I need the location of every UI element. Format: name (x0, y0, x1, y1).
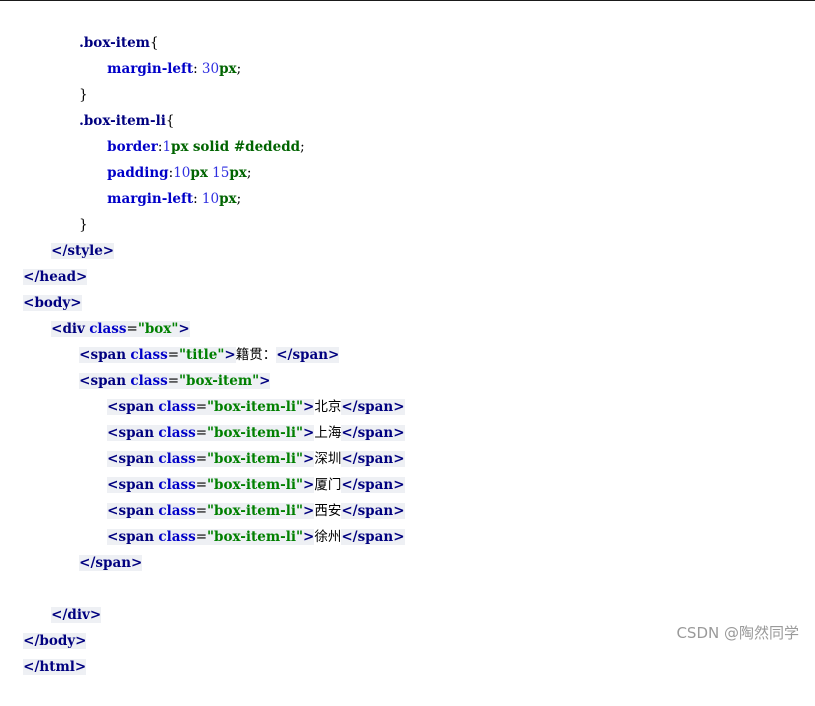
span-close-tag: </span> (276, 347, 340, 363)
code-line: margin-left: 10px; (107, 191, 242, 207)
html-close-tag: </html> (23, 659, 87, 675)
city-line: <span class="box-item-li">深圳</span> (107, 451, 405, 467)
code-line: </style> (34, 212, 115, 259)
code-line: </head> (6, 238, 88, 285)
css-unit: px (219, 191, 237, 207)
code-line: </span> (62, 524, 143, 571)
watermark: CSDN @陶然同学 (676, 624, 799, 642)
code-line: .box-item-li{ (62, 82, 174, 129)
css-property: margin-left (107, 191, 194, 207)
code-line: padding:10px 15px; (107, 165, 252, 181)
code-line: border:1px solid #dededd; (107, 139, 305, 155)
span-close-tag: </span> (341, 529, 405, 545)
code-line: .box-item{ (62, 4, 158, 51)
css-property: margin-left (107, 61, 194, 77)
css-number: 10 (201, 191, 220, 207)
code-line: </html> (6, 628, 87, 675)
css-unit: px (219, 61, 237, 77)
city-line: <span class="box-item-li">徐州</span> (107, 529, 405, 545)
html-attr-value: "box-item-li" (207, 529, 304, 545)
html-attr: class (158, 529, 196, 545)
city-line: <span class="box-item-li">西安</span> (107, 503, 405, 519)
code-line: <div class="box"> (51, 321, 190, 337)
code-line: </div> (34, 576, 102, 623)
code-line: </body> (6, 602, 87, 649)
code-line: <span class="title">籍贯：</span> (79, 347, 340, 363)
code-line: <span class="box-item"> (79, 373, 271, 389)
city-line: <span class="box-item-li">上海</span> (107, 425, 405, 441)
code-line: <body> (6, 264, 82, 311)
code-line: margin-left: 30px; (107, 61, 242, 77)
city-line: <span class="box-item-li">北京</span> (107, 399, 405, 415)
span-close-tag: </span> (79, 555, 143, 571)
css-number: 30 (201, 61, 220, 77)
city-line: <span class="box-item-li">厦门</span> (107, 477, 405, 493)
code-line: } (62, 56, 88, 103)
city-text: 徐州 (314, 529, 342, 545)
top-border (0, 0, 815, 1)
code-line: } (62, 186, 88, 233)
